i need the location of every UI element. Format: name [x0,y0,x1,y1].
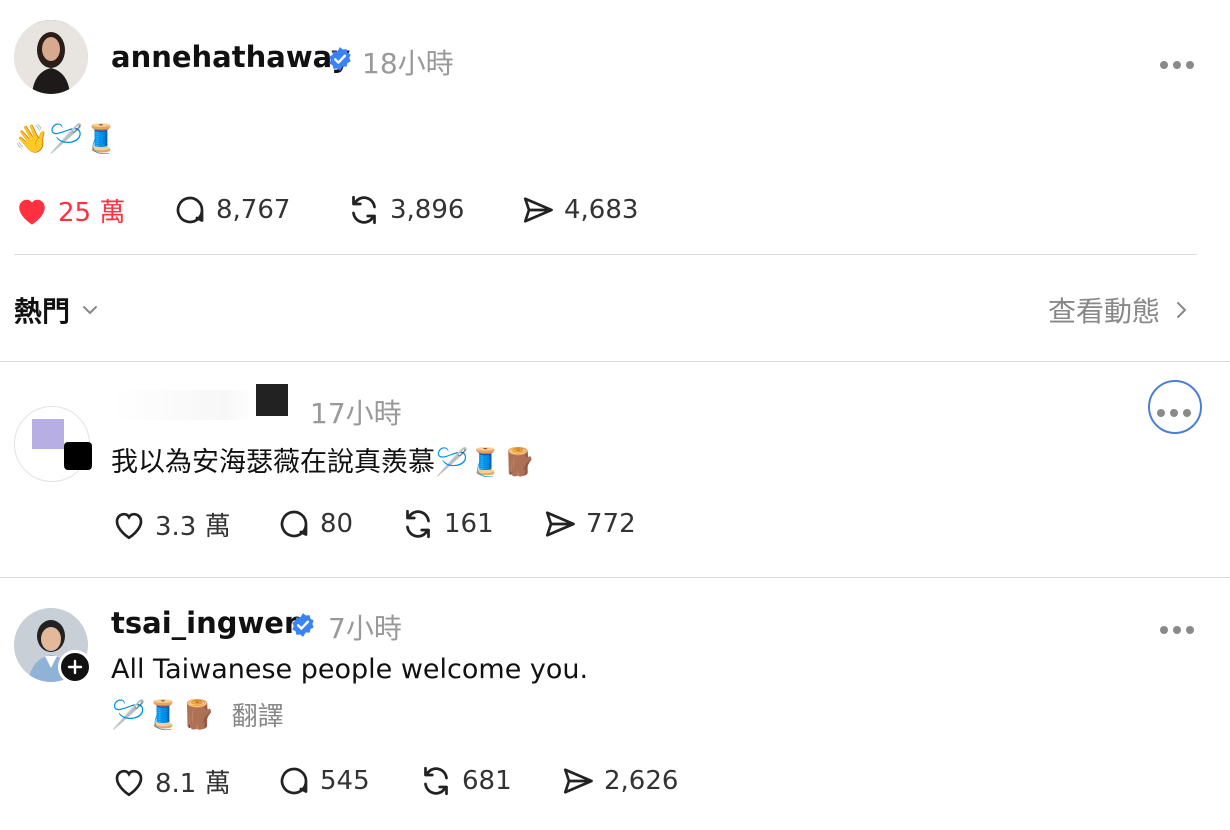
more-options-button[interactable] [1148,380,1202,434]
like-count: 25 萬 [58,198,126,228]
like-count: 3.3 萬 [155,512,231,542]
view-activity-link[interactable]: 查看動態 [1048,290,1190,330]
repost-icon [406,509,430,539]
verified-badge-icon [329,47,351,71]
comment-count: 8,767 [216,195,291,225]
more-options-icon[interactable] [1160,619,1200,634]
comment-button[interactable]: 545 [276,763,370,799]
comment-count: 80 [320,509,354,539]
reply-content: All Taiwanese people welcome you. [111,654,589,685]
divider [0,577,1230,578]
avatar-badge [64,442,92,470]
send-icon [523,197,553,223]
divider [0,361,1230,362]
heart-icon [115,769,143,796]
like-button[interactable]: 3.3 萬 [111,506,231,543]
plus-icon [67,659,83,675]
comment-icon [280,510,308,538]
sort-dropdown[interactable]: 熱門 [14,290,100,330]
reply-time: 17小時 [310,397,402,430]
translate-link[interactable]: 翻譯 [232,696,284,733]
share-button[interactable]: 2,626 [560,763,678,799]
chevron-down-icon [83,306,98,315]
comment-button[interactable]: 80 [276,506,353,542]
more-options-icon[interactable] [1160,54,1200,69]
post-username[interactable]: annehathaway [111,40,350,74]
send-icon [545,511,575,537]
reply-content: 我以為安海瑟薇在說真羨慕🪡🧵🪵 [111,447,536,478]
divider [14,254,1197,255]
like-button[interactable]: 25 萬 [14,192,125,229]
sort-label: 熱門 [14,295,71,328]
post-time: 18小時 [362,47,454,80]
share-button[interactable]: 772 [542,506,636,542]
comment-button[interactable]: 8,767 [172,192,290,228]
share-count: 4,683 [564,195,639,225]
avatar[interactable] [14,20,88,94]
repost-count: 681 [462,766,512,796]
follow-plus-icon[interactable] [58,650,92,684]
repost-count: 161 [444,509,494,539]
view-activity-label: 查看動態 [1047,295,1160,328]
send-icon [563,768,593,794]
verified-badge-icon [292,613,314,637]
reply-username[interactable]: tsai_ingwen [111,606,305,640]
share-button[interactable]: 4,683 [520,192,638,228]
post-content: 👋🪡🧵 [14,122,119,155]
more-options-icon [1157,402,1193,417]
reply-emoji-row: 🪡🧵🪵 翻譯 [111,696,284,733]
repost-count: 3,896 [390,195,465,225]
reply-emoji-line: 🪡🧵🪵 [111,698,216,731]
avatar-photo [14,20,88,94]
repost-icon [352,195,376,225]
comment-icon [176,196,204,224]
like-count: 8.1 萬 [155,769,231,799]
like-button[interactable]: 8.1 萬 [111,763,231,800]
repost-button[interactable]: 3,896 [346,192,464,228]
heart-icon [115,512,143,539]
share-count: 2,626 [604,766,679,796]
share-count: 772 [586,509,636,539]
repost-icon [424,766,448,796]
chevron-right-icon [1177,302,1187,318]
repost-button[interactable]: 161 [400,506,494,542]
redacted-block [256,384,288,416]
repost-button[interactable]: 681 [418,763,512,799]
heart-filled-icon [19,199,45,224]
comment-icon [280,767,308,795]
comment-count: 545 [320,766,370,796]
reply-time: 7小時 [328,612,402,645]
